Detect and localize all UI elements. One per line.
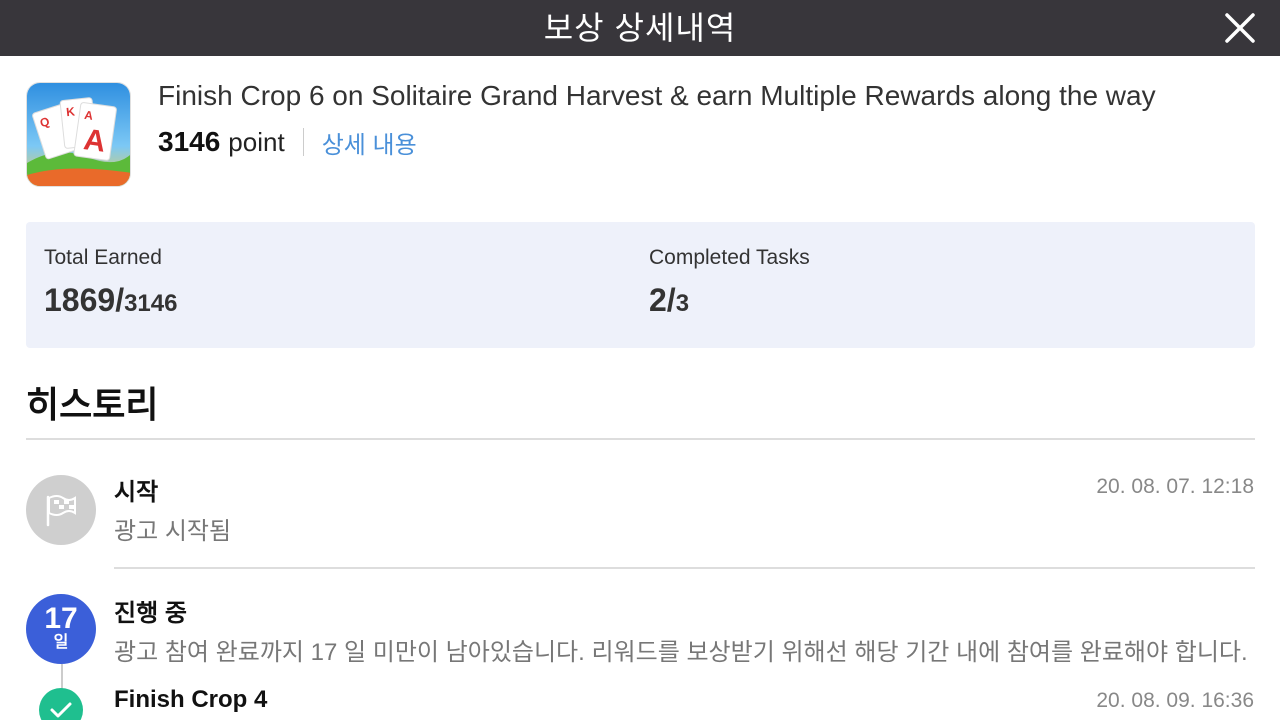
completed-tasks-label: Completed Tasks [649, 246, 810, 269]
completed-tasks-current: 2/ [649, 282, 676, 318]
close-button[interactable] [1222, 10, 1258, 46]
divider [302, 128, 304, 156]
history-item-description: 광고 참여 완료까지 17 일 미만이 남아있습니다. 리워드를 보상받기 위해… [114, 639, 1248, 666]
timeline-connector [61, 664, 63, 690]
days-remaining-number: 17 [44, 602, 78, 635]
completed-tasks-stat: Completed Tasks 2/3 [649, 246, 810, 319]
start-badge [26, 475, 96, 545]
svg-text:K: K [65, 104, 75, 119]
detail-link[interactable]: 상세 내용 [322, 125, 417, 160]
total-earned-label: Total Earned [44, 246, 162, 269]
history-divider [26, 438, 1255, 440]
history-item-title: 시작 [114, 479, 159, 506]
flag-icon [46, 495, 76, 527]
solitaire-cards-icon: Q K A A [27, 83, 130, 186]
history-title: 히스토리 [26, 384, 159, 425]
points-row: 3146 point 상세 내용 [158, 122, 417, 162]
history-item-time: 20. 08. 09. 16:36 [1096, 689, 1254, 712]
top-bar: 보상 상세내역 [0, 0, 1280, 56]
offer-title: Finish Crop 6 on Solitaire Grand Harvest… [158, 80, 1156, 111]
app-icon: Q K A A [26, 82, 131, 187]
total-earned-current: 1869/ [44, 282, 125, 318]
total-earned-stat: Total Earned 1869/3146 [44, 246, 177, 319]
days-remaining-badge: 17 일 [26, 594, 96, 664]
page-title: 보상 상세내역 [543, 10, 737, 46]
svg-text:A: A [82, 123, 108, 159]
history-item-description: 광고 시작됨 [114, 518, 232, 545]
total-earned-value: 1869/3146 [44, 282, 177, 319]
history-item-time: 20. 08. 07. 12:18 [1096, 475, 1254, 498]
completed-badge [39, 688, 83, 720]
check-icon [50, 702, 72, 718]
completed-tasks-value: 2/3 [649, 282, 810, 319]
close-icon[interactable] [1222, 10, 1258, 46]
completed-tasks-total: 3 [675, 290, 690, 317]
days-remaining-unit: 일 [53, 634, 69, 651]
offer-points: 3146 [158, 126, 221, 157]
stats-panel: Total Earned 1869/3146 Completed Tasks 2… [26, 222, 1255, 348]
history-item-title: Finish Crop 4 [114, 686, 268, 713]
points-unit: point [228, 126, 285, 157]
total-earned-total: 3146 [124, 290, 178, 317]
row-divider [114, 567, 1255, 569]
history-item-title: 진행 중 [114, 600, 187, 627]
